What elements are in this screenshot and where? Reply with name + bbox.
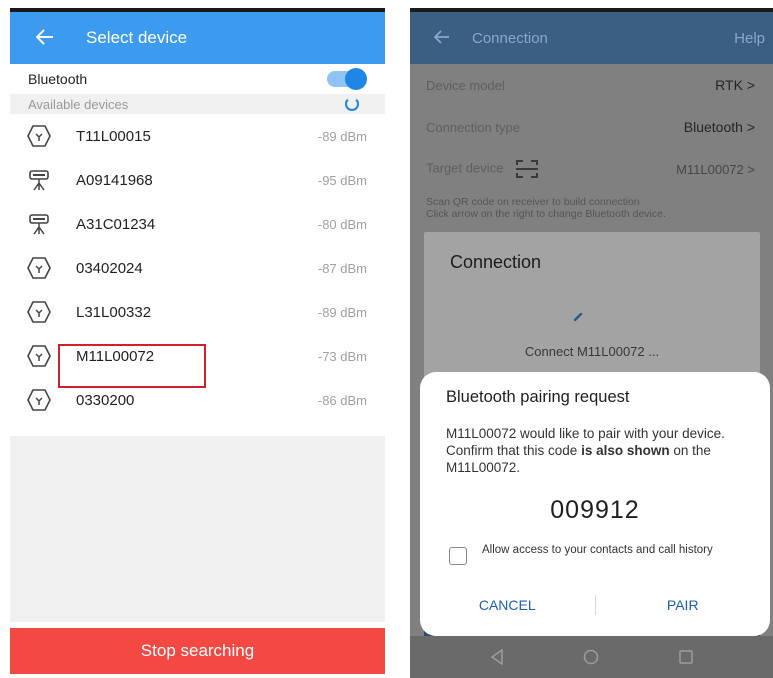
toggle-knob bbox=[345, 68, 367, 90]
contacts-access-checkbox[interactable] bbox=[449, 547, 467, 565]
bluetooth-toggle[interactable] bbox=[327, 68, 367, 90]
device-name: 03402024 bbox=[76, 259, 143, 277]
bluetooth-row: Bluetooth bbox=[10, 64, 385, 94]
hint-line-1: Scan QR code on receiver to build connec… bbox=[426, 196, 640, 208]
qr-scan-icon[interactable] bbox=[515, 159, 539, 179]
device-item[interactable]: 03402024 -87 dBm bbox=[10, 246, 385, 290]
device-signal: -87 dBm bbox=[317, 260, 367, 276]
hint-line-2: Click arrow on the right to change Bluet… bbox=[426, 208, 666, 220]
device-signal: -95 dBm bbox=[317, 172, 367, 188]
nav-home-icon[interactable] bbox=[583, 649, 599, 665]
target-device-label-wrap: Target device bbox=[426, 159, 539, 179]
rover-receiver-icon bbox=[26, 255, 52, 281]
target-device-value-wrap: M11L00072 > bbox=[676, 162, 755, 177]
pairing-dialog-message: M11L00072 would like to pair with your d… bbox=[446, 425, 752, 476]
empty-area bbox=[10, 436, 385, 622]
device-signal: -86 dBm bbox=[317, 392, 367, 408]
device-signal: -80 dBm bbox=[317, 216, 367, 232]
rover-receiver-icon bbox=[26, 387, 52, 413]
base-station-icon bbox=[26, 167, 52, 193]
back-arrow-icon[interactable] bbox=[433, 27, 450, 50]
pairing-dialog-title: Bluetooth pairing request bbox=[446, 388, 630, 406]
cancel-button[interactable]: CANCEL bbox=[420, 597, 595, 613]
rover-receiver-icon bbox=[26, 343, 52, 369]
chevron-right-icon: > bbox=[746, 77, 755, 93]
chevron-right-icon: > bbox=[746, 119, 755, 135]
target-device-value: M11L00072 bbox=[676, 161, 744, 177]
app-bar: Select device bbox=[10, 12, 385, 64]
select-device-screen: Select device Bluetooth Available device… bbox=[10, 8, 385, 674]
device-signal: -73 dBm bbox=[317, 348, 367, 364]
connection-type-label: Connection type bbox=[426, 119, 520, 135]
page-title: Select device bbox=[86, 28, 188, 47]
device-model-value: RTK bbox=[715, 77, 743, 93]
pairing-message-emphasis: is also bbox=[581, 443, 624, 458]
device-name: L31L00332 bbox=[76, 303, 152, 321]
bluetooth-label: Bluetooth bbox=[28, 71, 88, 87]
device-name: 0330200 bbox=[76, 391, 135, 409]
connection-screen: Connection Help Device model RTK > Conne… bbox=[410, 8, 773, 678]
device-model-row[interactable]: Device model RTK > bbox=[410, 64, 773, 106]
device-name: A31C01234 bbox=[76, 215, 156, 233]
contacts-access-label: Allow access to your contacts and call h… bbox=[482, 544, 713, 556]
pairing-dialog-actions: CANCEL PAIR bbox=[420, 590, 770, 620]
device-name: T11L00015 bbox=[76, 127, 151, 145]
page-title: Connection bbox=[472, 29, 548, 47]
back-arrow-icon[interactable] bbox=[35, 27, 56, 49]
rover-receiver-icon bbox=[26, 123, 52, 149]
target-device-label: Target device bbox=[426, 160, 504, 176]
device-item[interactable]: L31L00332 -89 dBm bbox=[10, 290, 385, 334]
bluetooth-pairing-dialog: Bluetooth pairing request M11L00072 woul… bbox=[420, 372, 770, 636]
available-devices-header: Available devices bbox=[10, 94, 385, 114]
connection-dialog-message: Connect M11L00072 ... bbox=[524, 344, 660, 359]
loading-spinner-icon bbox=[345, 97, 359, 111]
device-model-label: Device model bbox=[426, 77, 505, 93]
device-item[interactable]: A31C01234 -80 dBm bbox=[10, 202, 385, 246]
help-button[interactable]: Help bbox=[734, 30, 765, 47]
connection-hint: Scan QR code on receiver to build connec… bbox=[410, 190, 773, 220]
connection-type-value: Bluetooth bbox=[683, 119, 743, 135]
system-nav-bar bbox=[410, 636, 773, 678]
stop-searching-button[interactable]: Stop searching bbox=[10, 628, 385, 674]
device-name: A09141968 bbox=[76, 171, 153, 189]
pairing-code: 009912 bbox=[550, 496, 640, 524]
connection-type-value-wrap: Bluetooth > bbox=[684, 119, 755, 135]
progress-spinner-icon bbox=[573, 308, 583, 322]
target-device-row[interactable]: Target device M11L00072 > bbox=[410, 148, 773, 190]
chevron-right-icon: > bbox=[747, 161, 755, 177]
app-bar: Connection Help bbox=[410, 12, 773, 64]
pair-button[interactable]: PAIR bbox=[596, 597, 771, 613]
highlight-box bbox=[58, 344, 206, 388]
device-model-value-wrap: RTK > bbox=[715, 77, 755, 93]
device-signal: -89 dBm bbox=[317, 128, 367, 144]
rover-receiver-icon bbox=[26, 299, 52, 325]
base-station-icon bbox=[26, 211, 52, 237]
device-item[interactable]: T11L00015 -89 dBm bbox=[10, 114, 385, 158]
pairing-message-emphasis: shown bbox=[626, 443, 670, 458]
device-item[interactable]: A09141968 -95 dBm bbox=[10, 158, 385, 202]
nav-recents-icon[interactable] bbox=[679, 650, 693, 664]
available-devices-label: Available devices bbox=[28, 96, 129, 112]
nav-back-icon[interactable] bbox=[490, 649, 504, 665]
connection-dialog-title: Connection bbox=[450, 252, 542, 272]
device-signal: -89 dBm bbox=[317, 304, 367, 320]
connection-type-row[interactable]: Connection type Bluetooth > bbox=[410, 106, 773, 148]
